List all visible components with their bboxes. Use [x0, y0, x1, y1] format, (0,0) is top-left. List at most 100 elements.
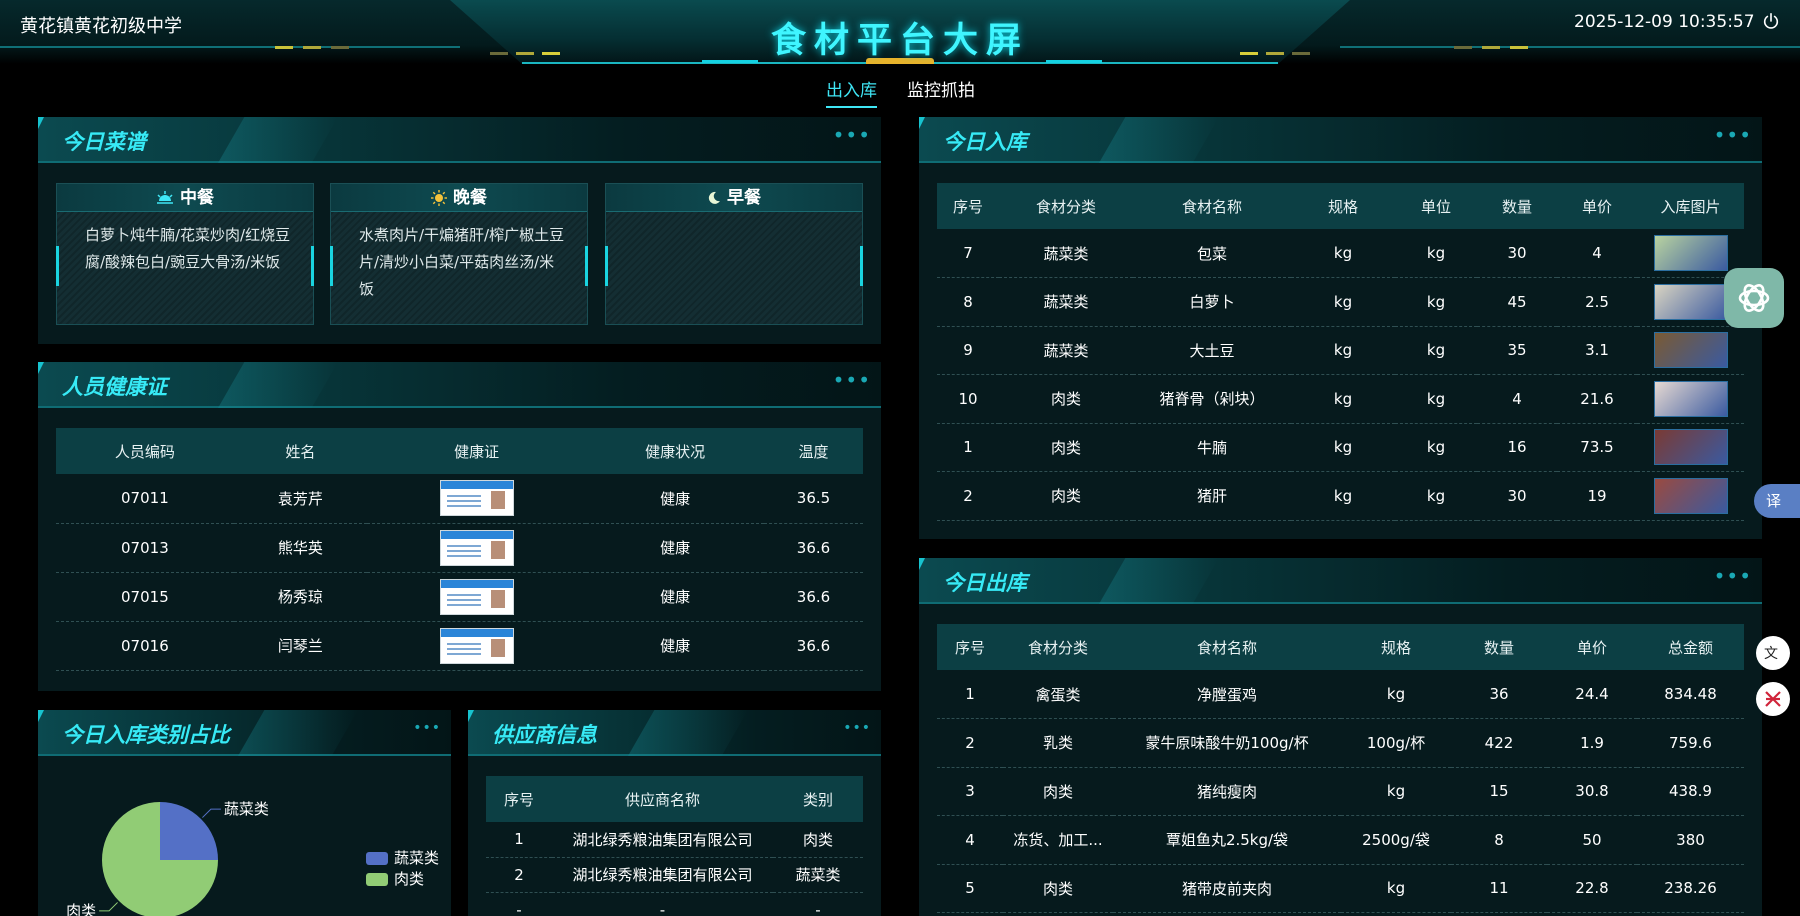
meal-name: 中餐 [179, 188, 214, 208]
supplier-panel-title: 供应商信息 [492, 723, 597, 747]
more-icon[interactable]: ••• [833, 123, 871, 147]
sun-icon [431, 190, 448, 206]
cell-no: 2 [937, 471, 999, 521]
more-icon[interactable]: ••• [1714, 123, 1752, 147]
more-icon[interactable]: ••• [843, 720, 871, 736]
header-stripe [628, 710, 748, 756]
stock-in-photo[interactable] [1653, 429, 1728, 466]
cell-name: 袁芳芹 [233, 474, 368, 524]
cell-name: 猪纯瘦肉 [1113, 767, 1341, 816]
supplier-table: 序号 供应商名称 类别 1 湖北绿秀粮油集团有限公司 肉类 2 湖北绿秀粮油集团… [486, 776, 863, 916]
legend-label: 肉类 [394, 870, 425, 888]
language-switch-button[interactable]: 文 [1756, 636, 1790, 670]
cell-cat: 禽蛋类 [1003, 670, 1113, 719]
category-chart-title: 今日入库类别占比 [62, 723, 230, 747]
health-certificate-image[interactable] [439, 529, 514, 566]
cell-cat: 肉类 [1003, 767, 1113, 816]
meal-name: 早餐 [726, 188, 761, 208]
col-header: 单价 [1581, 197, 1612, 216]
category-chart-panel: 今日入库类别占比 ••• 蔬菜类 肉类 蔬菜类 肉类 [38, 710, 451, 916]
more-icon[interactable]: ••• [833, 368, 871, 392]
cell-name: 净膛蛋鸡 [1113, 670, 1341, 719]
card-edge [605, 246, 608, 286]
cell-code: 07013 [56, 523, 234, 573]
col-header: 供应商名称 [624, 790, 700, 809]
supplier-panel-header: 供应商信息 ••• [468, 710, 881, 756]
cell-unit: kg [1395, 471, 1477, 521]
col-header: 序号 [952, 197, 983, 216]
stock-in-photo[interactable] [1653, 477, 1728, 514]
more-icon[interactable]: ••• [413, 720, 441, 736]
table-row: 3 肉类 猪纯瘦肉 kg 15 30.8 438.9 [937, 767, 1744, 816]
cell-no: 3 [937, 767, 1003, 816]
cell-supplier-name: 湖北绿秀粮油集团有限公司 [552, 857, 773, 893]
cell-name: 猪脊骨（剁块） [1133, 374, 1291, 424]
cell-name: 大土豆 [1133, 326, 1291, 375]
cell-spec: 100g/杯 [1341, 718, 1451, 768]
cell-cat: 肉类 [999, 423, 1133, 472]
cell-qty: 422 [1451, 718, 1547, 768]
cell-no: 10 [937, 374, 999, 424]
meal-card-breakfast: 早餐 [605, 183, 863, 325]
cell-price: 3.1 [1557, 326, 1637, 375]
cell-type: - [773, 892, 863, 916]
stock-out-table: 序号 食材分类 食材名称 规格 数量 单价 总金额 1 禽蛋类 净膛蛋鸡 kg 36 24… [937, 624, 1744, 913]
table-row: 4 冻货、加工... 覃姐鱼丸2.5kg/袋 2500g/袋 8 50 380 [937, 815, 1744, 865]
legend-swatch [366, 873, 388, 886]
col-header: 单价 [1576, 638, 1607, 657]
datetime: 2025-12-09 10:35:57 [1574, 12, 1755, 32]
cell-no: 4 [937, 815, 1003, 865]
card-edge [860, 246, 863, 286]
cell-name: 覃姐鱼丸2.5kg/袋 [1113, 815, 1341, 865]
svg-text:文: 文 [1764, 646, 1778, 662]
cell-price: 73.5 [1557, 423, 1637, 472]
cell-temp: 36.6 [764, 523, 863, 573]
pie-slice-label: 肉类 [66, 902, 96, 916]
stock-in-photo[interactable] [1653, 283, 1728, 320]
table-row: 10 肉类 猪脊骨（剁块） kg kg 4 21.6 [937, 374, 1744, 424]
cell-spec: kg [1341, 864, 1451, 913]
cell-name: 猪肝 [1133, 471, 1291, 521]
col-header: 姓名 [285, 442, 316, 461]
stock-in-photo[interactable] [1653, 332, 1728, 369]
cell-unit: kg [1395, 423, 1477, 472]
stock-in-photo[interactable] [1653, 235, 1728, 271]
chatgpt-assistant-button[interactable] [1724, 268, 1784, 328]
cell-total: 834.48 [1637, 670, 1744, 719]
cell-unit: kg [1395, 229, 1477, 278]
tab-monitor[interactable]: 监控抓拍 [907, 76, 975, 108]
cell-total: 238.26 [1637, 864, 1744, 913]
table-row: 1 禽蛋类 净膛蛋鸡 kg 36 24.4 834.48 [937, 670, 1744, 719]
tab-stock[interactable]: 出入库 [826, 76, 877, 108]
health-certificate-image[interactable] [439, 627, 514, 664]
cell-price: 50 [1547, 815, 1637, 865]
cell-qty: 16 [1477, 423, 1557, 472]
meal-name: 晚餐 [452, 188, 487, 208]
cell-image [1637, 374, 1744, 424]
cell-name: 蒙牛原味酸牛奶100g/杯 [1113, 718, 1341, 768]
stock-in-title: 今日入库 [943, 130, 1027, 154]
cell-cat: 肉类 [999, 374, 1133, 424]
stock-out-table-wrap: 序号 食材分类 食材名称 规格 数量 单价 总金额 1 禽蛋类 净膛蛋鸡 kg 36 24… [937, 624, 1744, 913]
extension-button[interactable] [1756, 682, 1790, 716]
translate-button[interactable]: 译 [1754, 484, 1800, 518]
col-header: 健康状况 [645, 442, 706, 461]
meal-card-lunch: 中餐 白萝卜炖牛腩/花菜炒肉/红烧豆腐/酸辣包白/豌豆大骨汤/米饭 [56, 183, 314, 325]
stock-in-photo[interactable] [1653, 380, 1728, 417]
cell-spec: kg [1291, 326, 1395, 375]
cell-qty: 45 [1477, 277, 1557, 327]
cell-qty: 11 [1451, 864, 1547, 913]
meal-card-header: 晚餐 [331, 184, 587, 212]
stock-in-panel: 今日入库 ••• 序号 食材分类 食材名称 规格 单位 数量 单价 入库图片 7… [919, 117, 1762, 539]
more-icon[interactable]: ••• [1714, 564, 1752, 588]
cell-code: 07011 [56, 474, 234, 524]
health-certificate-image[interactable] [439, 480, 514, 517]
col-header: 食材分类 [1035, 197, 1096, 216]
header-stripe [238, 710, 358, 756]
power-icon[interactable] [1762, 12, 1780, 30]
health-panel: 人员健康证 ••• 人员编码 姓名 健康证 健康状况 温度 07011 袁芳芹 … [38, 362, 881, 691]
health-certificate-image[interactable] [439, 578, 514, 615]
table-row: 5 肉类 猪带皮前夹肉 kg 11 22.8 238.26 [937, 864, 1744, 913]
cell-price: 4 [1557, 229, 1637, 278]
cell-no: 5 [937, 864, 1003, 913]
